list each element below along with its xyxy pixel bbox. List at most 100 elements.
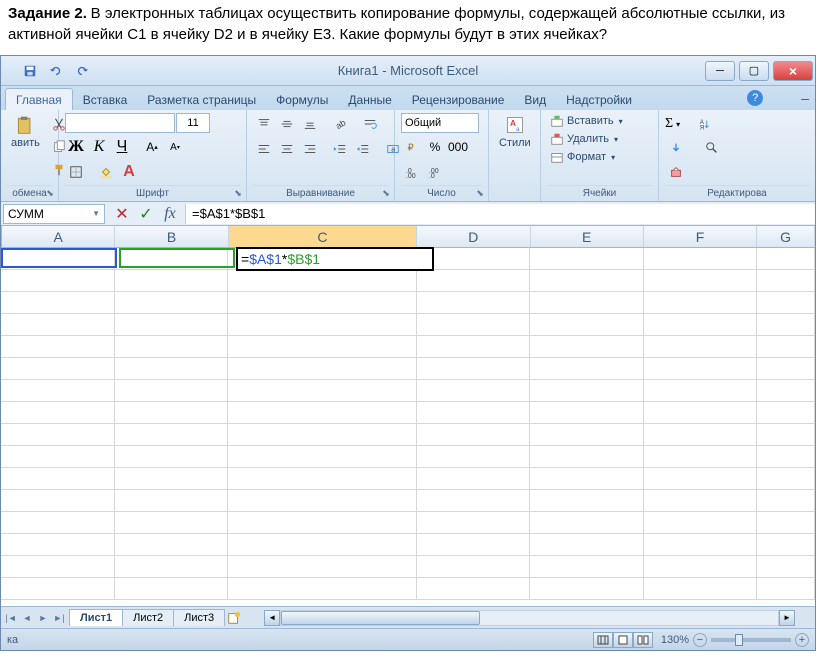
clear-button[interactable] <box>665 161 687 183</box>
new-sheet-button[interactable] <box>224 611 244 625</box>
zoom-slider[interactable] <box>711 638 791 642</box>
col-header-G[interactable]: G <box>757 226 815 247</box>
zoom-out-button[interactable]: − <box>693 633 707 647</box>
save-icon <box>23 64 37 78</box>
comma-button[interactable]: 000 <box>447 136 469 158</box>
office-button[interactable] <box>7 57 15 85</box>
cell-F1[interactable] <box>644 248 758 269</box>
increase-indent-button[interactable] <box>352 138 374 160</box>
accept-formula-button[interactable]: ✓ <box>137 205 155 223</box>
number-format-select[interactable] <box>401 113 479 133</box>
cell-C1[interactable] <box>228 248 416 269</box>
tab-addins[interactable]: Надстройки <box>556 89 642 110</box>
dialog-launcher-font[interactable]: ⬊ <box>232 187 244 199</box>
sheet-tab-3[interactable]: Лист3 <box>173 609 225 626</box>
formula-input[interactable] <box>185 204 815 224</box>
tab-view[interactable]: Вид <box>514 89 556 110</box>
tab-nav-last[interactable]: ►| <box>51 610 67 626</box>
styles-button[interactable]: Aa Стили <box>495 113 535 151</box>
dialog-launcher-number[interactable]: ⬊ <box>474 187 486 199</box>
cell-E1[interactable] <box>530 248 644 269</box>
tab-nav-first[interactable]: |◄ <box>3 610 19 626</box>
zoom-in-button[interactable]: + <box>795 633 809 647</box>
tab-review[interactable]: Рецензирование <box>402 89 515 110</box>
fx-button[interactable]: fx <box>161 205 179 223</box>
grid[interactable]: =$A$1*$B$1 <box>1 248 815 606</box>
tab-home[interactable]: Главная <box>5 88 73 110</box>
workbook-minimize[interactable]: – <box>801 90 809 106</box>
cell-G1[interactable] <box>757 248 815 269</box>
dialog-launcher-clipboard[interactable]: ⬊ <box>44 187 56 199</box>
col-header-B[interactable]: B <box>115 226 228 247</box>
cell-D1[interactable] <box>417 248 531 269</box>
help-icon[interactable]: ? <box>747 90 763 106</box>
dialog-launcher-align[interactable]: ⬊ <box>380 187 392 199</box>
font-size-input[interactable] <box>176 113 210 133</box>
maximize-button[interactable]: ▢ <box>739 61 769 81</box>
col-header-D[interactable]: D <box>417 226 530 247</box>
sheet-tab-1[interactable]: Лист1 <box>69 609 123 626</box>
col-header-F[interactable]: F <box>644 226 757 247</box>
page-layout-button[interactable] <box>613 632 633 648</box>
shrink-font-button[interactable]: A▾ <box>164 136 186 158</box>
close-button[interactable]: × <box>773 61 813 81</box>
align-left-button[interactable] <box>253 138 275 160</box>
scroll-thumb[interactable] <box>281 611 480 625</box>
scroll-left-button[interactable]: ◄ <box>264 610 280 626</box>
decrease-decimal-button[interactable]: .00.0 <box>424 161 446 183</box>
underline-button[interactable]: Ч <box>111 136 133 158</box>
paste-button[interactable]: авить <box>7 113 44 151</box>
align-center-button[interactable] <box>276 138 298 160</box>
decrease-indent-button[interactable] <box>329 138 351 160</box>
sheet-tab-2[interactable]: Лист2 <box>122 609 174 626</box>
name-box[interactable]: ▼ <box>3 204 105 224</box>
font-color-button[interactable]: A <box>118 161 140 183</box>
tab-nav-prev[interactable]: ◄ <box>19 610 35 626</box>
col-header-E[interactable]: E <box>531 226 644 247</box>
align-right-button[interactable] <box>299 138 321 160</box>
tab-formulas[interactable]: Формулы <box>266 89 338 110</box>
col-header-A[interactable]: A <box>2 226 115 247</box>
align-middle-button[interactable] <box>276 113 298 135</box>
redo-icon <box>75 64 89 78</box>
autosum-button[interactable]: Σ <box>665 116 673 132</box>
save-button[interactable] <box>19 60 41 82</box>
bold-button[interactable]: Ж <box>65 136 87 158</box>
increase-decimal-button[interactable]: .0.00 <box>401 161 423 183</box>
wrap-text-button[interactable] <box>359 113 381 135</box>
normal-view-button[interactable] <box>593 632 613 648</box>
undo-button[interactable] <box>45 60 67 82</box>
find-button[interactable] <box>701 137 723 159</box>
currency-button[interactable]: ₽ <box>401 136 423 158</box>
tab-data[interactable]: Данные <box>338 89 401 110</box>
scroll-right-button[interactable]: ► <box>779 610 795 626</box>
fill-button[interactable] <box>665 137 687 159</box>
svg-text:₽: ₽ <box>408 143 415 154</box>
borders-button[interactable] <box>65 161 87 183</box>
align-bottom-button[interactable] <box>299 113 321 135</box>
name-box-dropdown[interactable]: ▼ <box>92 209 100 218</box>
percent-button[interactable]: % <box>424 136 446 158</box>
zoom-thumb[interactable] <box>735 634 743 646</box>
minimize-button[interactable]: ─ <box>705 61 735 81</box>
sort-filter-button[interactable]: AЯ <box>694 113 716 135</box>
page-break-button[interactable] <box>633 632 653 648</box>
redo-button[interactable] <box>71 60 93 82</box>
italic-button[interactable]: К <box>88 136 110 158</box>
font-family-input[interactable] <box>65 113 175 133</box>
delete-cells-button[interactable]: Удалить▾ <box>547 131 621 147</box>
orientation-button[interactable]: ab <box>329 113 351 135</box>
tab-nav-next[interactable]: ► <box>35 610 51 626</box>
name-box-input[interactable] <box>8 207 78 221</box>
grow-font-button[interactable]: A▴ <box>141 136 163 158</box>
tab-layout[interactable]: Разметка страницы <box>137 89 266 110</box>
horizontal-scrollbar[interactable]: ◄ ► <box>244 610 815 626</box>
align-top-button[interactable] <box>253 113 275 135</box>
col-header-C[interactable]: C <box>229 226 417 247</box>
fill-color-button[interactable] <box>95 161 117 183</box>
format-cells-button[interactable]: Формат▾ <box>547 149 618 165</box>
insert-cells-button[interactable]: Вставить▾ <box>547 113 626 129</box>
zoom-value[interactable]: 130% <box>661 634 689 646</box>
tab-insert[interactable]: Вставка <box>73 89 138 110</box>
cancel-formula-button[interactable]: ✕ <box>113 205 131 223</box>
